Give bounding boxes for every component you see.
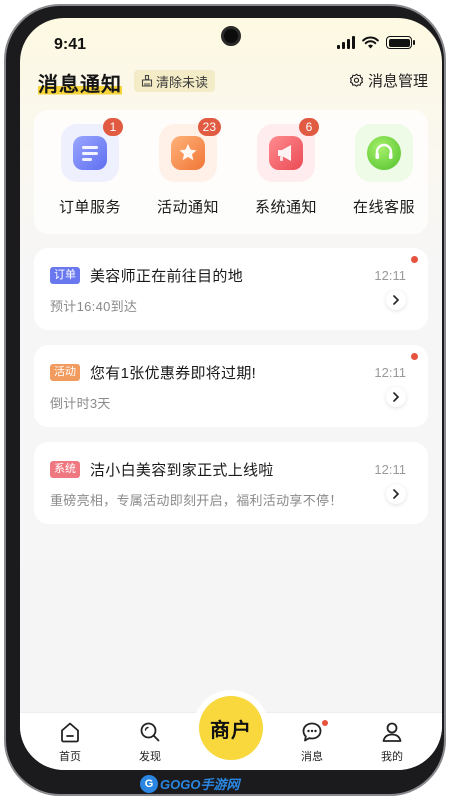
- clear-unread-button[interactable]: 清除未读: [134, 70, 216, 92]
- category-panel: 1 订单服务 23 活动通知 6 系统通知 在线客服: [34, 110, 428, 234]
- message-time: 12:11: [374, 268, 406, 283]
- chat-icon: [282, 719, 342, 745]
- category-activity-notice[interactable]: 23 活动通知: [146, 118, 230, 217]
- signal-icon: [337, 36, 355, 49]
- battery-icon: [386, 36, 415, 49]
- status-bar: 9:41: [20, 18, 442, 62]
- message-tag: 活动: [50, 364, 80, 381]
- watermark: G GOGO手游网: [140, 774, 239, 793]
- clear-unread-label: 清除未读: [156, 74, 209, 90]
- user-icon: [362, 719, 422, 745]
- category-online-support[interactable]: 在线客服: [342, 124, 426, 217]
- message-tag: 系统: [50, 461, 80, 478]
- tab-profile[interactable]: 我的: [362, 719, 422, 764]
- message-card[interactable]: 系统 洁小白美容到家正式上线啦 12:11 重磅亮相，专属活动即刻开启，福利活动…: [34, 442, 428, 524]
- broom-icon: [141, 75, 153, 87]
- notification-dot: [322, 720, 328, 726]
- system-badge: 6: [299, 118, 319, 136]
- category-label: 系统通知: [254, 199, 317, 216]
- merchant-button[interactable]: 商户: [199, 696, 263, 760]
- unread-dot: [411, 353, 418, 360]
- wifi-icon: [362, 36, 379, 49]
- search-icon: [120, 719, 180, 745]
- chevron-right-icon[interactable]: [386, 387, 406, 407]
- message-time: 12:11: [374, 462, 406, 477]
- category-label: 活动通知: [156, 199, 219, 216]
- tab-label: 消息: [301, 751, 323, 763]
- tab-label: 发现: [139, 751, 161, 763]
- order-badge: 1: [103, 118, 123, 136]
- message-tag: 订单: [50, 267, 80, 284]
- tab-discover[interactable]: 发现: [120, 719, 180, 764]
- tab-home[interactable]: 首页: [40, 719, 100, 764]
- watermark-text: GOGO手游网: [160, 777, 240, 792]
- category-order-service[interactable]: 1 订单服务: [48, 118, 132, 217]
- header: 消息通知 清除未读 消息管理: [20, 66, 442, 106]
- message-settings-button[interactable]: 消息管理: [349, 70, 428, 91]
- status-icons: [337, 36, 415, 49]
- category-label: 在线客服: [352, 199, 415, 216]
- activity-badge: 23: [197, 118, 221, 136]
- screen: 9:41 消息通知 清除未读 消息管理 1 订单服务 23 活动通知 6 系统通…: [20, 18, 442, 770]
- chevron-right-icon[interactable]: [386, 290, 406, 310]
- message-settings-label: 消息管理: [367, 73, 428, 90]
- category-system-notice[interactable]: 6 系统通知: [244, 118, 328, 217]
- message-title: 您有1张优惠券即将过期!: [90, 365, 257, 382]
- tab-label: 首页: [59, 751, 81, 763]
- status-time: 9:41: [54, 36, 87, 53]
- message-time: 12:11: [374, 365, 406, 380]
- message-title: 美容师正在前往目的地: [90, 268, 244, 285]
- star-icon: [171, 136, 205, 170]
- phone-frame: 9:41 消息通知 清除未读 消息管理 1 订单服务 23 活动通知 6 系统通…: [4, 4, 446, 796]
- message-subtitle: 重磅亮相，专属活动即刻开启，福利活动享不停！: [50, 493, 343, 508]
- megaphone-icon: [269, 136, 303, 170]
- headset-icon: [367, 136, 401, 170]
- message-subtitle: 倒计时3天: [50, 396, 111, 411]
- front-camera: [221, 26, 241, 46]
- order-icon: [73, 136, 107, 170]
- home-icon: [40, 719, 100, 745]
- message-title: 洁小白美容到家正式上线啦: [90, 462, 274, 479]
- gear-icon: [349, 73, 364, 87]
- chevron-right-icon[interactable]: [386, 484, 406, 504]
- unread-dot: [411, 256, 418, 263]
- message-card[interactable]: 订单 美容师正在前往目的地 12:11 预计16:40到达: [34, 248, 428, 330]
- page-title: 消息通知: [38, 68, 122, 97]
- tab-messages[interactable]: 消息: [282, 719, 342, 764]
- category-label: 订单服务: [58, 199, 121, 216]
- bottom-bezel: G GOGO手游网: [6, 772, 450, 798]
- message-card[interactable]: 活动 您有1张优惠券即将过期! 12:11 倒计时3天: [34, 345, 428, 427]
- watermark-logo: G: [140, 774, 158, 793]
- message-subtitle: 预计16:40到达: [50, 299, 138, 314]
- tab-label: 我的: [381, 751, 403, 763]
